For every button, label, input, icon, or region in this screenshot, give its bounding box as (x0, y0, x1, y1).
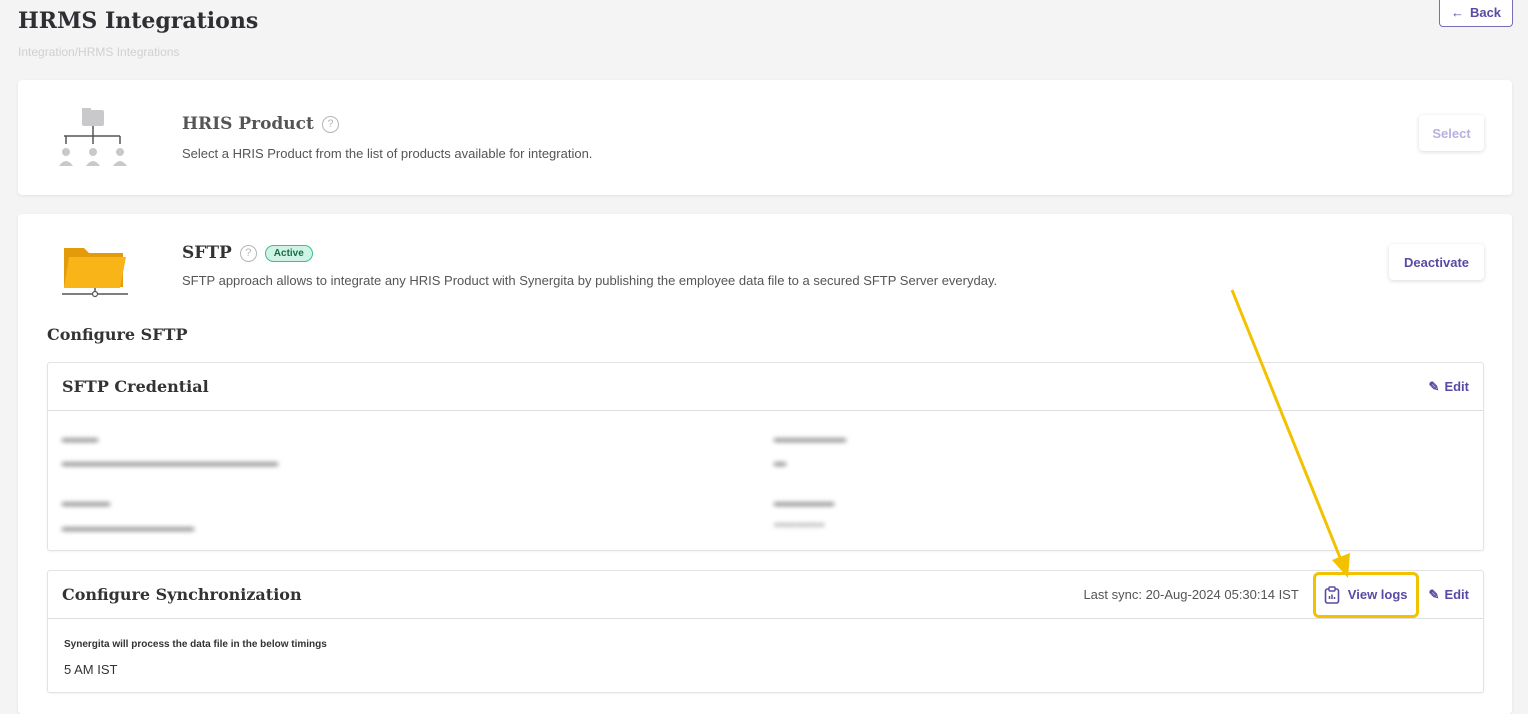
sync-edit-button[interactable]: ✎ Edit (1429, 587, 1469, 603)
sync-note: Synergita will process the data file in … (64, 639, 327, 650)
hris-product-title: HRIS Product ? (182, 114, 339, 134)
back-button[interactable]: ← Back (1439, 0, 1513, 27)
deactivate-button[interactable]: Deactivate (1389, 244, 1484, 280)
sync-timing: 5 AM IST (64, 662, 118, 677)
clipboard-chart-icon (1324, 585, 1340, 604)
blurred-field-value: ▬ (774, 455, 786, 469)
sync-title: Configure Synchronization (62, 585, 302, 604)
sftp-title-text: SFTP (182, 243, 232, 263)
sync-panel: Configure Synchronization Last sync: 20-… (47, 570, 1484, 693)
credential-edit-label: Edit (1444, 379, 1469, 394)
org-chart-icon (59, 108, 127, 166)
sftp-credential-panel: SFTP Credential ✎ Edit ▬▬▬ ▬▬▬▬▬▬▬▬▬▬▬▬▬… (47, 362, 1484, 551)
blurred-field-value: ▬▬▬▬▬▬▬▬▬▬▬▬▬▬▬▬▬▬ (62, 455, 278, 469)
question-circle-icon[interactable]: ? (239, 244, 257, 262)
sftp-credential-title: SFTP Credential (62, 377, 209, 396)
hris-product-card: HRIS Product ? Select a HRIS Product fro… (18, 80, 1512, 195)
breadcrumb[interactable]: Integration/HRMS Integrations (18, 45, 179, 59)
sftp-description: SFTP approach allows to integrate any HR… (182, 273, 998, 288)
pencil-icon: ✎ (1428, 378, 1440, 394)
last-sync-text: Last sync: 20-Aug-2024 05:30:14 IST (1083, 587, 1299, 602)
view-logs-button[interactable]: View logs (1324, 585, 1408, 604)
blurred-field-label: ▬▬▬▬▬▬ (774, 431, 846, 445)
sftp-credential-header: SFTP Credential ✎ Edit (48, 363, 1483, 411)
blurred-field-label: ▬▬▬▬ (62, 495, 110, 509)
hris-product-description: Select a HRIS Product from the list of p… (182, 146, 593, 161)
status-badge: Active (264, 244, 313, 262)
blurred-field-value: •••••••••••• (774, 518, 825, 532)
blurred-field-value: ▬▬▬▬▬▬▬▬▬▬▬ (62, 520, 194, 534)
folder-network-icon (62, 248, 128, 298)
hris-product-title-text: HRIS Product (182, 114, 314, 134)
blurred-field-label: ▬▬▬▬▬ (774, 495, 834, 509)
select-button[interactable]: Select (1419, 115, 1484, 151)
view-logs-highlight: View logs (1312, 571, 1419, 618)
sftp-title: SFTP ? Active (182, 243, 313, 263)
page-title: HRMS Integrations (18, 8, 259, 34)
back-button-label: Back (1469, 5, 1502, 20)
credential-edit-button[interactable]: ✎ Edit (1429, 379, 1469, 395)
arrow-left-icon: ← (1450, 5, 1464, 20)
blurred-field-label: ▬▬▬ (62, 431, 98, 445)
view-logs-label: View logs (1347, 587, 1408, 602)
configure-sftp-heading: Configure SFTP (47, 325, 188, 344)
pencil-icon: ✎ (1428, 586, 1440, 602)
sync-header: Configure Synchronization Last sync: 20-… (48, 571, 1483, 619)
sftp-card: SFTP ? Active SFTP approach allows to in… (18, 214, 1512, 714)
sync-edit-label: Edit (1444, 587, 1469, 602)
question-circle-icon[interactable]: ? (321, 115, 339, 133)
